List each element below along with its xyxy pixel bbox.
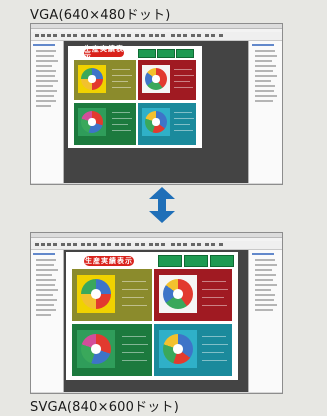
library-pane[interactable] (248, 250, 282, 392)
edit-workspace[interactable]: 生産実績表示 (64, 250, 248, 392)
toolbar (31, 241, 282, 250)
vga-caption: VGA(640×480ドット) (30, 8, 171, 23)
nav-button-1[interactable] (158, 255, 182, 267)
panel-1 (74, 60, 136, 100)
panel-2 (138, 60, 196, 100)
panel-2 (154, 269, 232, 321)
nav-button-2[interactable] (184, 255, 208, 267)
screen-canvas[interactable]: 生産実績表示 (68, 46, 202, 148)
display-title: 生産実績表示 (84, 45, 124, 60)
donut-chart (81, 334, 111, 364)
svga-caption: SVGA(840×600ドット) (30, 400, 179, 415)
panel-4 (154, 324, 232, 376)
donut-chart (163, 334, 193, 364)
vga-screenshot: 生産実績表示 (30, 23, 283, 185)
screen-canvas[interactable]: 生産実績表示 (66, 252, 238, 380)
svga-screenshot: 生産実績表示 (30, 232, 283, 394)
library-pane[interactable] (248, 41, 282, 183)
display-title: 生産実績表示 (84, 256, 134, 266)
up-down-arrow-icon (149, 187, 175, 223)
panel-3 (74, 103, 136, 145)
project-tree-pane[interactable] (31, 250, 64, 392)
donut-chart (81, 111, 103, 133)
donut-chart (81, 279, 111, 309)
panel-1 (72, 269, 152, 321)
panel-4 (138, 103, 196, 145)
donut-chart (163, 279, 193, 309)
project-tree-pane[interactable] (31, 41, 64, 183)
panel-3 (72, 324, 152, 376)
donut-chart (81, 68, 103, 90)
toolbar (31, 32, 282, 41)
nav-button-3[interactable] (176, 49, 194, 58)
donut-chart (145, 111, 167, 133)
edit-workspace[interactable]: 生産実績表示 (64, 41, 248, 183)
donut-chart (145, 68, 167, 90)
nav-button-3[interactable] (210, 255, 234, 267)
nav-button-2[interactable] (157, 49, 175, 58)
nav-button-1[interactable] (138, 49, 156, 58)
